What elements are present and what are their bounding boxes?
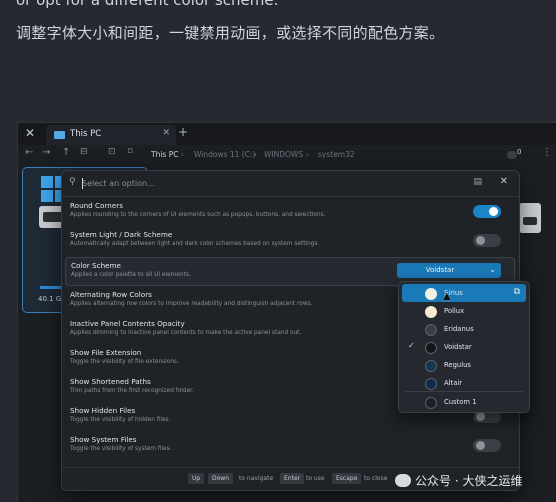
dropdown-divider	[405, 391, 523, 392]
footer-use-text: to use	[306, 475, 325, 482]
tab-this-pc[interactable]: This PC ✕	[46, 125, 176, 145]
breadcrumb-drive[interactable]: Windows 11 (C:)	[194, 150, 255, 159]
key-enter: Enter	[280, 473, 305, 484]
close-icon[interactable]: ✕	[500, 176, 508, 187]
close-tab-icon[interactable]: ✕	[162, 128, 170, 138]
setting-description: Automatically adapt between light and da…	[70, 241, 320, 247]
option-label: Pollux	[444, 307, 465, 315]
checkmark-icon: ✓	[408, 341, 415, 350]
setting-system-files[interactable]: Show System Files Toggle the visibility …	[69, 432, 511, 461]
key-down: Down	[208, 473, 234, 484]
setting-title: Round Corners	[70, 201, 123, 210]
hard-drive-slot-right	[523, 217, 537, 225]
option-pollux[interactable]: Pollux	[402, 302, 526, 320]
option-custom-1[interactable]: Custom 1	[402, 393, 526, 411]
caption-line-2: 调整字体大小和间距，一键禁用动画，或选择不同的配色方案。	[16, 24, 445, 42]
search-icon: ⚲	[69, 177, 76, 187]
setting-description: Toggle the visibility of hidden files.	[70, 417, 171, 423]
breadcrumb-separator: ›	[254, 150, 257, 159]
round-corners-toggle[interactable]	[473, 205, 501, 218]
caption-line-1: or opt for a different color scheme.	[16, 0, 279, 9]
breadcrumb-system32[interactable]: system32	[318, 150, 355, 159]
swatch-icon	[425, 342, 437, 354]
navigation-bar: ← → ↑ ⊟ ⊡ ⌑ This PC › Windows 11 (C:) › …	[18, 145, 556, 163]
watermark-text: 公众号 · 大侠之运维	[415, 474, 523, 488]
breadcrumb-windows[interactable]: WINDOWS	[264, 150, 303, 159]
key-up: Up	[188, 473, 205, 484]
forward-arrow-icon[interactable]: →	[42, 147, 50, 158]
app-logo-icon: ✕	[25, 126, 36, 140]
footer-navigate-text: to navigate	[239, 475, 274, 482]
setting-title: Inactive Panel Contents Opacity	[70, 319, 185, 328]
system-files-toggle[interactable]	[473, 439, 501, 452]
breadcrumb-this-pc[interactable]: This PC	[151, 150, 178, 159]
up-arrow-icon[interactable]: ↑	[62, 147, 70, 158]
setting-description: Applies a color palette to all UI elemen…	[71, 272, 191, 278]
swatch-icon	[425, 324, 437, 336]
preview-icon[interactable]: ⊡	[108, 147, 116, 157]
palette-search-bar: ⚲ ▤ ✕	[62, 171, 519, 197]
new-tab-button[interactable]: +	[178, 125, 188, 139]
setting-description: Toggle the visibility of system files.	[70, 446, 172, 452]
option-label: Altair	[444, 379, 463, 387]
right-drive-number: 0	[517, 148, 522, 156]
bookmark-icon[interactable]: ⌑	[128, 147, 133, 157]
search-input[interactable]	[82, 176, 412, 190]
option-label: Voidstar	[444, 343, 472, 351]
swatch-icon	[425, 360, 437, 372]
setting-title: Show System Files	[70, 435, 137, 444]
lock-icon[interactable]: ⊟	[80, 147, 88, 157]
option-eridanus[interactable]: Eridanus	[402, 320, 526, 338]
wechat-icon	[395, 474, 411, 487]
setting-title: Color Scheme	[71, 261, 121, 270]
copy-icon[interactable]: ⧉	[514, 287, 520, 297]
system-scheme-toggle[interactable]	[473, 234, 501, 247]
swatch-icon	[425, 306, 437, 318]
right-drive-indicator	[507, 151, 517, 159]
setting-title: Show Shortened Paths	[70, 377, 151, 386]
setting-description: Trim paths from the first recognized fol…	[70, 388, 194, 394]
mouse-cursor-icon: ▲	[443, 291, 451, 302]
setting-description: Applies rounding to the corners of UI el…	[70, 212, 326, 218]
tab-title: This PC	[70, 129, 102, 139]
tab-bar: ✕ This PC ✕ +	[18, 123, 556, 145]
setting-title: System Light / Dark Scheme	[70, 230, 173, 239]
setting-system-scheme[interactable]: System Light / Dark Scheme Automatically…	[69, 227, 511, 256]
option-label: Custom 1	[444, 398, 477, 406]
color-scheme-dropdown: Sirius ⧉ Pollux Eridanus ✓ Voidstar Regu…	[398, 281, 530, 413]
breadcrumb-separator: ›	[306, 150, 309, 159]
more-options-icon[interactable]: ⋮	[542, 147, 552, 158]
document-icon[interactable]: ▤	[473, 177, 482, 187]
footer-close-text: to close	[364, 475, 388, 482]
setting-title: Show Hidden Files	[70, 406, 136, 415]
setting-description: Applies alternating row colors to improv…	[70, 301, 313, 307]
color-scheme-value: Voidstar	[425, 266, 455, 274]
setting-description: Applies dimming to inactive panel conten…	[70, 330, 302, 336]
option-regulus[interactable]: Regulus	[402, 356, 526, 374]
swatch-icon	[425, 397, 437, 409]
chevron-down-icon: ⌄	[489, 265, 496, 274]
option-label: Regulus	[444, 361, 471, 369]
setting-title: Show File Extension	[70, 348, 142, 357]
color-scheme-select[interactable]: Voidstar ⌄	[397, 263, 501, 278]
setting-description: Toggle the visibility of file extensions…	[70, 359, 179, 365]
option-label: Eridanus	[444, 325, 474, 333]
breadcrumb-separator: ›	[181, 150, 184, 159]
setting-title: Alternating Row Colors	[70, 290, 152, 299]
option-altair[interactable]: Altair	[402, 374, 526, 392]
key-escape: Escape	[332, 473, 362, 484]
back-arrow-icon[interactable]: ←	[25, 147, 33, 158]
option-sirius[interactable]: Sirius ⧉	[402, 284, 526, 302]
swatch-icon	[425, 378, 437, 390]
watermark: 公众号 · 大侠之运维	[395, 472, 522, 489]
computer-icon	[54, 131, 65, 139]
option-voidstar[interactable]: ✓ Voidstar	[402, 338, 526, 356]
setting-round-corners[interactable]: Round Corners Applies rounding to the co…	[69, 198, 511, 227]
text-caret	[82, 178, 83, 189]
swatch-icon	[425, 288, 437, 300]
